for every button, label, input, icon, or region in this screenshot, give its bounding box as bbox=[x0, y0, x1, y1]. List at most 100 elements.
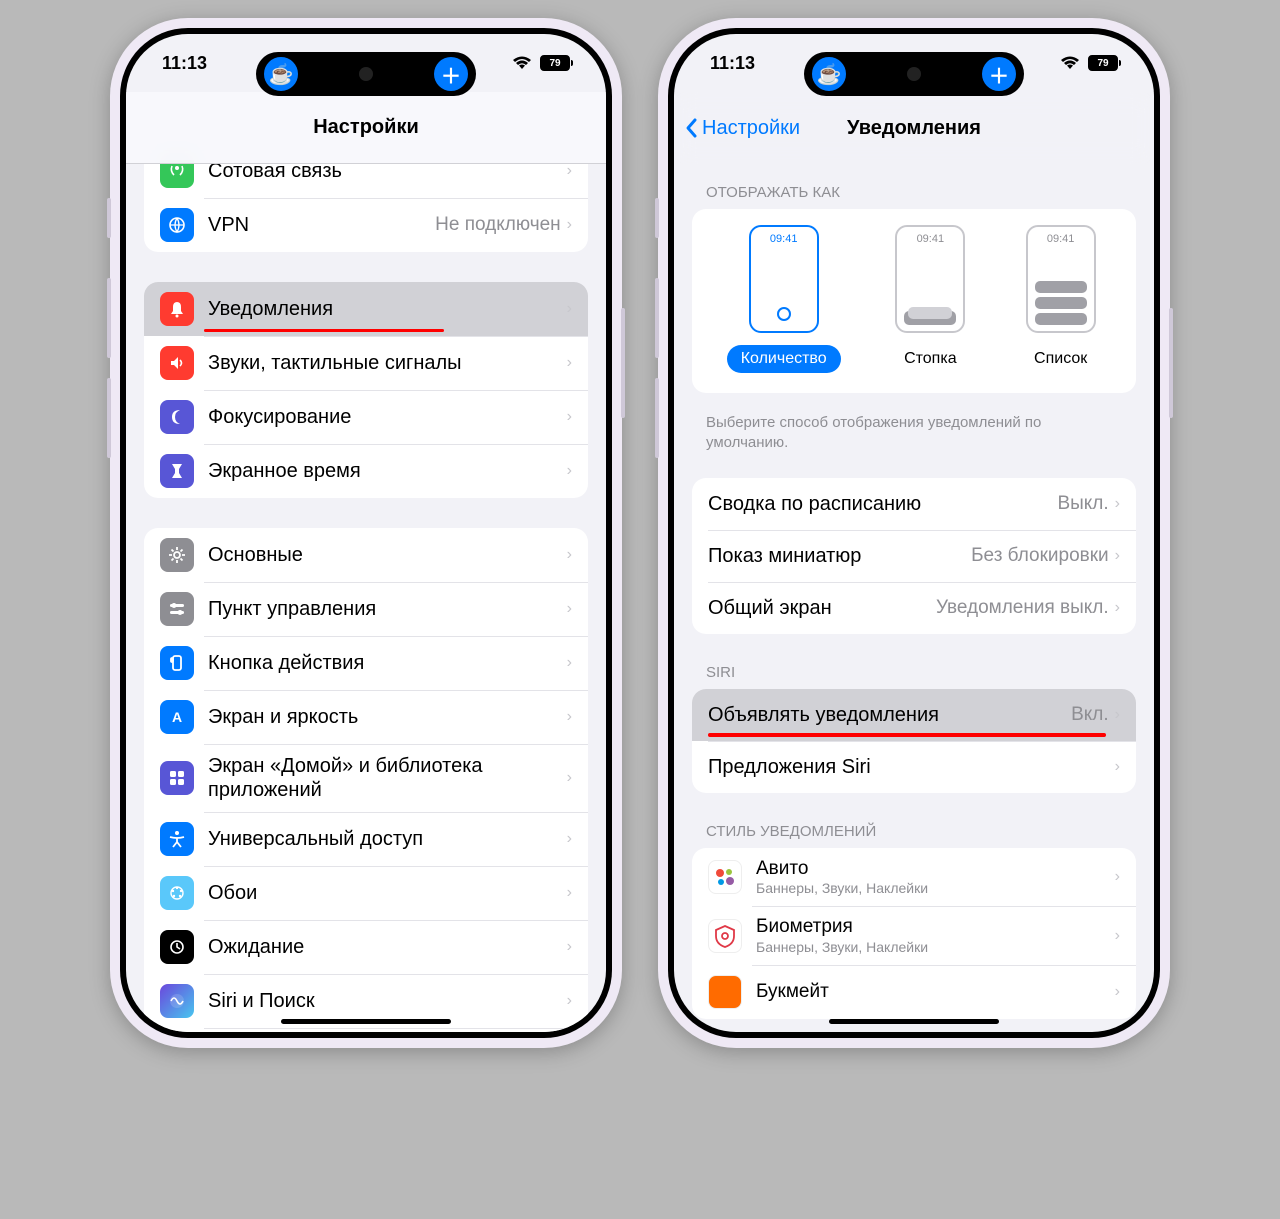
section-header-notification-style: СТИЛЬ УВЕДОМЛЕНИЙ bbox=[674, 823, 1154, 848]
control-center-icon bbox=[160, 592, 194, 626]
row-app-bookmate[interactable]: Букмейт › bbox=[692, 965, 1136, 1019]
row-label: Siri и Поиск bbox=[208, 989, 567, 1013]
row-label: Фокусирование bbox=[208, 405, 567, 429]
row-home-screen[interactable]: Экран «Домой» и библиотека приложений › bbox=[144, 744, 588, 812]
row-label: Экран и яркость bbox=[208, 705, 567, 729]
chevron-right-icon: › bbox=[567, 600, 572, 618]
chevron-right-icon: › bbox=[1115, 599, 1120, 617]
chevron-right-icon: › bbox=[567, 769, 572, 787]
row-show-previews[interactable]: Показ миниатюр Без блокировки › bbox=[692, 530, 1136, 582]
row-faceid[interactable]: Face ID и код-пароль › bbox=[144, 1028, 588, 1032]
row-label: Звуки, тактильные сигналы bbox=[208, 351, 567, 375]
sounds-icon bbox=[160, 346, 194, 380]
row-label: Сводка по расписанию bbox=[708, 492, 1057, 516]
island-plus-icon: ＋ bbox=[982, 57, 1016, 91]
option-label: Список bbox=[1020, 345, 1101, 373]
row-app-avito[interactable]: Авито Баннеры, Звуки, Наклейки › bbox=[692, 848, 1136, 907]
app-name: Авито bbox=[756, 858, 1115, 881]
option-label: Количество bbox=[727, 345, 841, 373]
row-vpn[interactable]: VPN Не подключен › bbox=[144, 198, 588, 252]
row-label: Общий экран bbox=[708, 596, 936, 620]
app-name: Биометрия bbox=[756, 916, 1115, 939]
chevron-right-icon: › bbox=[567, 938, 572, 956]
row-control-center[interactable]: Пункт управления › bbox=[144, 582, 588, 636]
nav-bar: Настройки Уведомления bbox=[674, 92, 1154, 164]
row-value: Выкл. bbox=[1057, 493, 1108, 515]
option-stack[interactable]: 09:41 Стопка bbox=[890, 225, 971, 373]
chevron-right-icon: › bbox=[567, 462, 572, 480]
row-accessibility[interactable]: Универсальный доступ › bbox=[144, 812, 588, 866]
chevron-right-icon: › bbox=[1115, 758, 1120, 776]
island-left-icon: ☕ bbox=[264, 57, 298, 91]
row-label: Экран «Домой» и библиотека приложений bbox=[208, 754, 567, 802]
notifications-icon bbox=[160, 292, 194, 326]
standby-icon bbox=[160, 930, 194, 964]
row-value: Уведомления выкл. bbox=[936, 597, 1109, 619]
row-siri-suggestions[interactable]: Предложения Siri › bbox=[692, 741, 1136, 793]
phone-right: ☕ ＋ 11:13 79 Настройки Уведомления ОТОБР… bbox=[658, 18, 1170, 1048]
row-focus[interactable]: Фокусирование › bbox=[144, 390, 588, 444]
row-label: VPN bbox=[208, 213, 435, 237]
chevron-right-icon: › bbox=[1115, 495, 1120, 513]
app-icon-avito bbox=[708, 860, 742, 894]
row-scheduled-summary[interactable]: Сводка по расписанию Выкл. › bbox=[692, 478, 1136, 530]
row-announce-notifications[interactable]: Объявлять уведомления Вкл. › bbox=[692, 689, 1136, 741]
option-list[interactable]: 09:41 Список bbox=[1020, 225, 1101, 373]
row-standby[interactable]: Ожидание › bbox=[144, 920, 588, 974]
island-left-icon: ☕ bbox=[812, 57, 846, 91]
row-label: Предложения Siri bbox=[708, 755, 1115, 779]
battery-icon: 79 bbox=[1086, 55, 1118, 71]
row-label: Экранное время bbox=[208, 459, 567, 483]
row-cellular[interactable]: Сотовая связь › bbox=[144, 160, 588, 198]
row-wallpaper[interactable]: Обои › bbox=[144, 866, 588, 920]
chevron-right-icon: › bbox=[567, 654, 572, 672]
row-label: Пункт управления bbox=[208, 597, 567, 621]
chevron-right-icon: › bbox=[1115, 547, 1120, 565]
row-screentime[interactable]: Экранное время › bbox=[144, 444, 588, 498]
chevron-right-icon: › bbox=[1115, 706, 1120, 724]
chevron-right-icon: › bbox=[567, 884, 572, 902]
row-label: Уведомления bbox=[208, 297, 567, 321]
home-indicator[interactable] bbox=[281, 1019, 451, 1024]
row-value: Вкл. bbox=[1071, 704, 1109, 726]
section-header-siri: SIRI bbox=[674, 664, 1154, 689]
row-app-biometria[interactable]: Биометрия Баннеры, Звуки, Наклейки › bbox=[692, 906, 1136, 965]
display-as-options: 09:41 Количество 09:41 Стопка bbox=[692, 209, 1136, 393]
home-indicator[interactable] bbox=[829, 1019, 999, 1024]
nav-bar: Настройки bbox=[126, 92, 606, 164]
home-screen-icon bbox=[160, 761, 194, 795]
app-sublabel: Баннеры, Звуки, Наклейки bbox=[756, 880, 1115, 896]
row-general[interactable]: Основные › bbox=[144, 528, 588, 582]
row-notifications[interactable]: Уведомления › bbox=[144, 282, 588, 336]
action-button-icon bbox=[160, 646, 194, 680]
chevron-right-icon: › bbox=[1115, 983, 1120, 1001]
cellular-icon bbox=[160, 160, 194, 188]
wifi-icon bbox=[1060, 56, 1080, 71]
row-value: Без блокировки bbox=[971, 545, 1109, 567]
row-label: Объявлять уведомления bbox=[708, 703, 1071, 727]
chevron-right-icon: › bbox=[1115, 868, 1120, 886]
battery-icon: 79 bbox=[538, 55, 570, 71]
phone-left: ☕ ＋ 11:13 79 Настройки Сотовая связь › bbox=[110, 18, 622, 1048]
vpn-icon bbox=[160, 208, 194, 242]
nav-back-button[interactable]: Настройки bbox=[684, 116, 800, 140]
row-value: Не подключен bbox=[435, 214, 561, 236]
option-count[interactable]: 09:41 Количество bbox=[727, 225, 841, 373]
accessibility-icon bbox=[160, 822, 194, 856]
row-screen-sharing[interactable]: Общий экран Уведомления выкл. › bbox=[692, 582, 1136, 634]
chevron-right-icon: › bbox=[567, 216, 572, 234]
row-label: Кнопка действия bbox=[208, 651, 567, 675]
chevron-right-icon: › bbox=[1115, 927, 1120, 945]
chevron-left-icon bbox=[684, 116, 700, 140]
row-action-button[interactable]: Кнопка действия › bbox=[144, 636, 588, 690]
highlight-underline bbox=[708, 733, 1106, 737]
dynamic-island: ☕ ＋ bbox=[804, 52, 1024, 96]
highlight-underline bbox=[204, 329, 444, 333]
app-name: Букмейт bbox=[756, 981, 1115, 1004]
row-sounds[interactable]: Звуки, тактильные сигналы › bbox=[144, 336, 588, 390]
chevron-right-icon: › bbox=[567, 408, 572, 426]
camera-dot-icon bbox=[907, 67, 921, 81]
island-plus-icon: ＋ bbox=[434, 57, 468, 91]
row-display[interactable]: A Экран и яркость › bbox=[144, 690, 588, 744]
option-label: Стопка bbox=[890, 345, 971, 373]
